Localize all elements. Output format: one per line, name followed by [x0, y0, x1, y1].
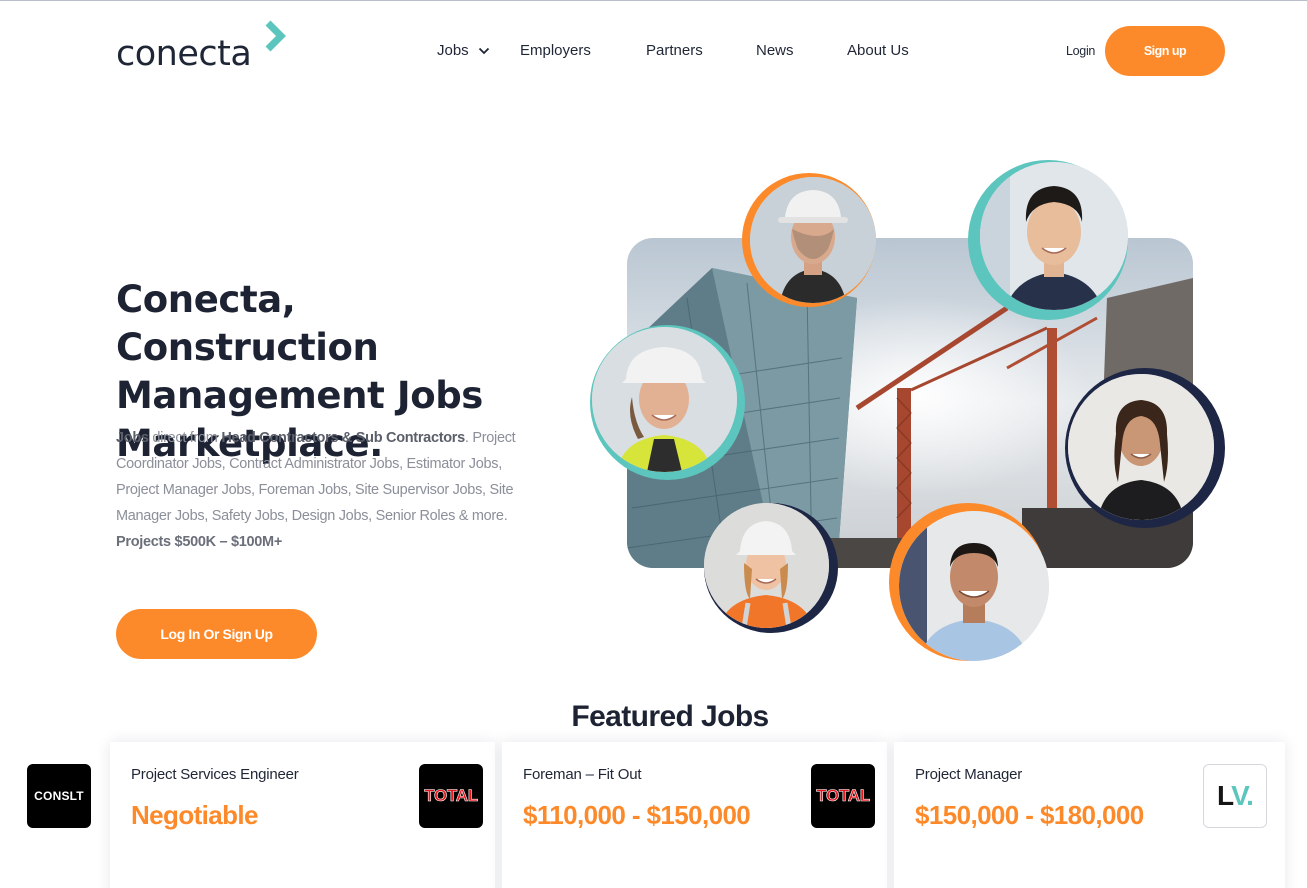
portrait-woman-hardhat [590, 325, 745, 480]
nav-jobs[interactable]: Jobs [437, 42, 490, 59]
company-logo-lv[interactable]: LV. [1203, 764, 1267, 828]
job-salary: $150,000 - $180,000 [915, 800, 1144, 830]
top-border [0, 0, 1307, 1]
nav-about-us-label: About Us [847, 42, 909, 59]
hero-description: Jobs direct from Head Contractors & Sub … [116, 425, 516, 555]
company-logo-total[interactable]: TOTAL [811, 764, 875, 828]
chevron-down-icon [478, 47, 489, 54]
nav-news[interactable]: News [756, 42, 794, 59]
job-title: Project Manager [915, 766, 1023, 783]
company-logo-text: TOTAL [816, 786, 870, 806]
portrait-smiling-man [968, 160, 1128, 320]
login-or-signup-button[interactable]: Log In Or Sign Up [116, 609, 317, 659]
company-logo-total[interactable]: TOTAL [419, 764, 483, 828]
nav-about-us[interactable]: About Us [847, 42, 909, 59]
nav-partners-label: Partners [646, 42, 703, 59]
job-salary: $110,000 - $150,000 [523, 800, 751, 830]
nav-jobs-label: Jobs [437, 42, 469, 59]
job-card[interactable]: Project Services Engineer Negotiable TOT… [110, 742, 495, 888]
portrait-woman-professional [1065, 368, 1225, 528]
portrait-man-blue-shirt [889, 503, 1051, 661]
company-logo-text: LV. [1217, 780, 1254, 811]
hero-desc-jobs: Jobs [116, 430, 149, 446]
company-logo-text: CONSLT [34, 789, 84, 803]
hero-desc-contractors: Head Contractors & Sub Contractors [221, 430, 465, 446]
hero-collage [590, 155, 1230, 665]
job-salary: Negotiable [131, 800, 259, 830]
nav-employers-label: Employers [520, 42, 591, 59]
signup-button[interactable]: Sign up [1105, 26, 1225, 76]
company-logo-conslt[interactable]: CONSLT [27, 764, 91, 828]
nav-employers[interactable]: Employers [520, 42, 591, 59]
nav-partners[interactable]: Partners [646, 42, 703, 59]
company-logo-text: TOTAL [424, 786, 478, 806]
portrait-man-hardhat [742, 173, 876, 307]
job-card[interactable]: Foreman – Fit Out $110,000 - $150,000 TO… [502, 742, 887, 888]
job-card[interactable]: Project Manager $150,000 - $180,000 LV. [894, 742, 1285, 888]
nav-news-label: News [756, 42, 794, 59]
featured-jobs-title: Featured Jobs [571, 700, 769, 733]
hero-projects-range: Projects $500K – $100M+ [116, 534, 283, 550]
hero-desc-direct: direct from [148, 430, 222, 446]
portrait-woman-orange-vest [704, 503, 838, 633]
job-title: Project Services Engineer [131, 766, 299, 783]
login-link[interactable]: Login [1066, 44, 1095, 58]
job-title: Foreman – Fit Out [523, 766, 642, 783]
